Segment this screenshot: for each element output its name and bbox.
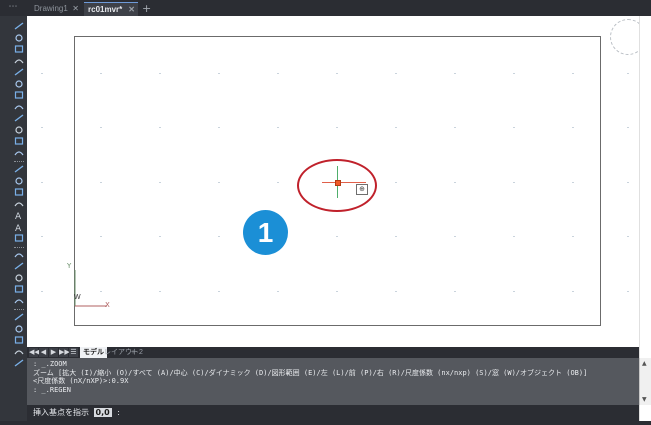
ucs-y-label: Y	[67, 262, 72, 270]
layout-list-icon[interactable]: ☰	[69, 348, 78, 357]
attribute-icon[interactable]	[14, 262, 24, 270]
gradient-icon[interactable]	[14, 176, 24, 185]
command-history: : _.ZOOM ズーム [拡大 (I)/縮小 (O)/すべて (A)/中心 (…	[27, 358, 639, 405]
tab-layout2[interactable]: レイアウト2	[101, 347, 146, 358]
highlight-circle	[297, 159, 377, 212]
svg-text:A: A	[15, 212, 22, 219]
add-layout-button[interactable]: +	[128, 347, 138, 358]
matchprop-icon[interactable]	[14, 336, 24, 344]
tab-label: rc01mvr*	[88, 5, 123, 14]
single-line-text-icon[interactable]	[14, 234, 24, 242]
history-line: ズーム [拡大 (I)/縮小 (O)/すべて (A)/中心 (C)/ダイナミック…	[33, 368, 588, 377]
point-icon[interactable]	[14, 149, 24, 157]
hatch-icon[interactable]	[14, 91, 24, 99]
first-layout-button[interactable]: ◀◀	[29, 348, 40, 357]
spline-icon[interactable]	[14, 114, 24, 122]
grid-dot	[627, 236, 629, 237]
step-badge: 1	[243, 210, 288, 255]
grid-dot	[627, 73, 629, 74]
grid-dot	[41, 291, 43, 292]
ray-icon[interactable]	[14, 297, 24, 305]
ucs-icon: Y X W	[67, 262, 117, 314]
draw-toolbar: AA	[0, 16, 27, 425]
line-icon[interactable]	[14, 22, 24, 30]
toolbar-separator	[14, 309, 24, 310]
layer-state-icon[interactable]	[14, 348, 24, 356]
grid-dot	[627, 291, 629, 292]
region-icon[interactable]	[14, 188, 24, 196]
grid-dot	[41, 73, 43, 74]
next-layout-button[interactable]: ▶	[49, 348, 58, 357]
command-line[interactable]: 挿入基点を指示 0,0 :	[27, 405, 639, 421]
arc-icon[interactable]	[14, 57, 24, 65]
grid-dot	[627, 182, 629, 183]
layer-icon[interactable]	[14, 313, 24, 321]
donut-icon[interactable]	[14, 251, 24, 259]
tab-label: Drawing1	[34, 4, 68, 13]
boundary-icon[interactable]	[14, 200, 24, 208]
xline-icon[interactable]	[14, 285, 24, 293]
tab-rc01mvr[interactable]: rc01mvr* ✕	[84, 2, 138, 16]
status-bar-edge	[0, 421, 651, 425]
history-line: <尺度係数 (nX/nXP)>:0.9X	[33, 377, 129, 385]
layout-tab-bar: ◀◀ ◀ ▶ ▶▶ ☰ モデル レイアウト2 +	[27, 347, 639, 358]
toolbar-separator	[14, 246, 24, 248]
tab-menu-icon[interactable]: ⋯	[4, 1, 22, 15]
scroll-up-icon[interactable]: ▲	[642, 360, 647, 367]
wipeout-icon[interactable]	[14, 273, 24, 282]
ucs-w-label: W	[74, 294, 81, 301]
history-line: : _.REGEN	[33, 385, 71, 394]
text-icon[interactable]: A	[14, 223, 24, 231]
command-default-value[interactable]: 0,0	[93, 408, 112, 417]
ucs-x-label: X	[105, 301, 110, 309]
grid-dot	[627, 127, 629, 128]
revcloud-icon[interactable]	[14, 103, 24, 111]
rectangle-icon[interactable]	[14, 68, 24, 76]
command-history-scrollbar[interactable]: ▲ ▼	[639, 358, 651, 405]
ellipse-icon[interactable]	[14, 125, 24, 134]
command-suffix: :	[117, 408, 120, 417]
command-prompt: 挿入基点を指示	[33, 408, 89, 417]
history-line: : _.ZOOM	[33, 360, 67, 368]
svg-text:A: A	[15, 224, 22, 231]
scroll-down-icon[interactable]: ▼	[642, 396, 647, 403]
polyline-icon[interactable]	[14, 33, 24, 42]
prev-layout-button[interactable]: ◀	[39, 348, 48, 357]
drawing-canvas[interactable]: ⊕ 1 Y X W	[27, 16, 646, 347]
grid-dot	[41, 127, 43, 128]
properties-icon[interactable]	[14, 324, 24, 333]
grid-dot	[41, 182, 43, 183]
toolbar-separator	[14, 161, 24, 162]
table-icon[interactable]	[14, 165, 24, 173]
new-tab-button[interactable]: +	[142, 2, 152, 16]
close-icon[interactable]: ✕	[128, 3, 135, 17]
polygon-icon[interactable]	[14, 79, 24, 88]
cad-application-window: ⋯ Drawing1 ✕ rc01mvr* ✕ + AA ⊕ 1 Y X W ◀…	[0, 0, 651, 425]
insert-block-icon[interactable]	[14, 137, 24, 145]
tab-drawing1[interactable]: Drawing1 ✕	[30, 2, 82, 16]
close-icon[interactable]: ✕	[72, 2, 79, 16]
last-layout-button[interactable]: ▶▶	[59, 348, 70, 357]
document-tab-bar: ⋯ Drawing1 ✕ rc01mvr* ✕ +	[0, 0, 651, 16]
layer-prev-icon[interactable]	[14, 359, 24, 367]
grid-dot	[41, 236, 43, 237]
multiline-text-icon[interactable]: A	[14, 211, 24, 219]
circle-icon[interactable]	[14, 45, 24, 53]
